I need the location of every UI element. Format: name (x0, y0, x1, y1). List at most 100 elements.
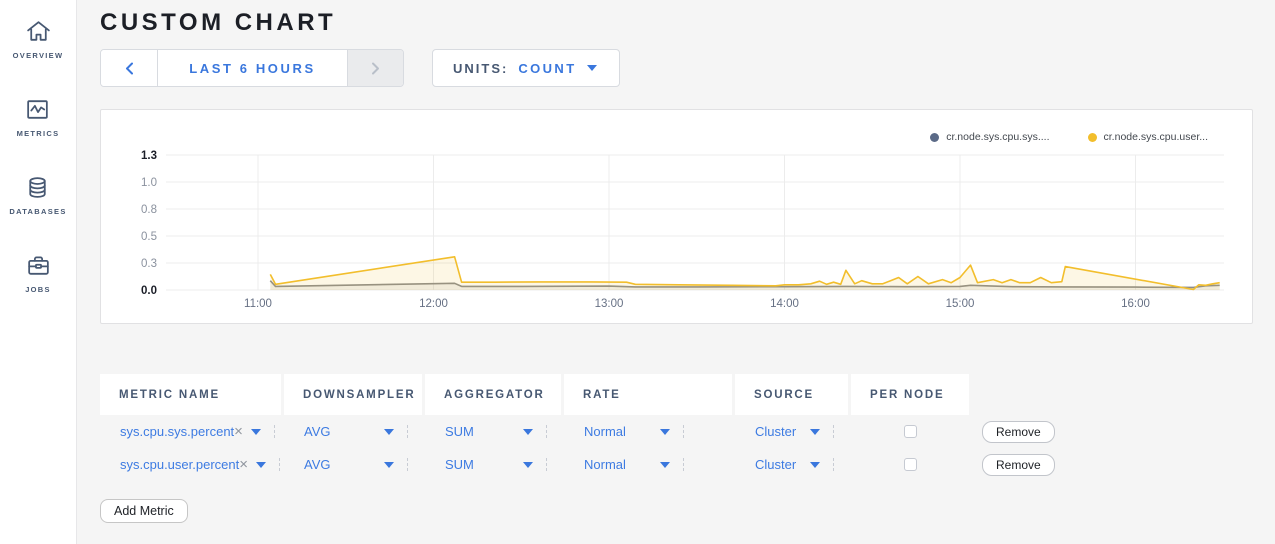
svg-text:13:00: 13:00 (595, 298, 624, 310)
sidebar-item-overview[interactable]: OVERVIEW (13, 18, 64, 60)
downsampler-select[interactable]: AVG (284, 448, 422, 481)
chevron-down-icon[interactable] (523, 462, 533, 468)
sidebar-item-label: JOBS (25, 285, 51, 294)
table-row: sys.cpu.sys.percent × AVG SUM Normal (100, 415, 1253, 448)
page-title: CUSTOM CHART (100, 9, 1253, 37)
controls-row: LAST 6 HOURS UNITS: COUNT (100, 49, 1253, 87)
time-window-dropdown[interactable]: LAST 6 HOURS (157, 50, 347, 86)
units-value: COUNT (518, 61, 576, 76)
column-header-per-node: PER NODE (851, 374, 969, 415)
table-row: sys.cpu.user.percent × AVG SUM Normal (100, 448, 1253, 481)
per-node-checkbox[interactable] (904, 425, 917, 438)
custom-chart-card: cr.node.sys.cpu.sys.... cr.node.sys.cpu.… (100, 109, 1253, 324)
jobs-icon (25, 252, 52, 279)
per-node-cell (851, 415, 969, 448)
chevron-down-icon[interactable] (660, 462, 670, 468)
legend-label: cr.node.sys.cpu.user... (1104, 131, 1208, 143)
svg-text:0.3: 0.3 (141, 258, 157, 270)
add-metric-button[interactable]: Add Metric (100, 499, 188, 523)
focus-dash-icon (546, 425, 547, 438)
column-header-downsampler: DOWNSAMPLER (284, 374, 422, 415)
focus-dash-icon (274, 425, 275, 438)
aggregator-value: SUM (445, 457, 474, 472)
chevron-right-icon (371, 62, 380, 75)
svg-text:0.8: 0.8 (141, 204, 157, 216)
metrics-icon (24, 96, 51, 123)
home-icon (25, 18, 52, 45)
rate-select[interactable]: Normal (564, 448, 732, 481)
metric-name-value[interactable]: sys.cpu.user.percent (120, 457, 239, 472)
units-label: UNITS: (453, 61, 508, 76)
chevron-down-icon[interactable] (523, 429, 533, 435)
table-header-row: METRIC NAME DOWNSAMPLER AGGREGATOR RATE … (100, 374, 1253, 415)
rate-value: Normal (584, 457, 626, 472)
chevron-down-icon[interactable] (251, 429, 261, 435)
legend-dot-icon (1088, 133, 1097, 142)
svg-text:12:00: 12:00 (419, 298, 448, 310)
svg-text:1.3: 1.3 (141, 150, 157, 162)
units-dropdown[interactable]: UNITS: COUNT (432, 49, 620, 87)
remove-button[interactable]: Remove (982, 454, 1055, 476)
downsampler-value: AVG (304, 424, 331, 439)
column-header-rate: RATE (564, 374, 732, 415)
chevron-down-icon[interactable] (810, 429, 820, 435)
legend-label: cr.node.sys.cpu.sys.... (946, 131, 1049, 143)
chevron-left-icon (125, 62, 134, 75)
metric-table: METRIC NAME DOWNSAMPLER AGGREGATOR RATE … (100, 374, 1253, 523)
rate-select[interactable]: Normal (564, 415, 732, 448)
legend-item-user[interactable]: cr.node.sys.cpu.user... (1088, 131, 1208, 143)
chevron-down-icon[interactable] (810, 462, 820, 468)
per-node-checkbox[interactable] (904, 458, 917, 471)
clear-metric-icon[interactable]: × (239, 457, 248, 472)
per-node-cell (851, 448, 969, 481)
time-window-selector: LAST 6 HOURS (100, 49, 404, 87)
svg-text:0.5: 0.5 (141, 231, 157, 243)
sidebar-item-label: METRICS (17, 129, 60, 138)
legend-item-sys[interactable]: cr.node.sys.cpu.sys.... (930, 131, 1049, 143)
aggregator-select[interactable]: SUM (425, 448, 561, 481)
chevron-down-icon[interactable] (256, 462, 266, 468)
time-window-prev-button[interactable] (101, 50, 157, 86)
metric-name-select[interactable]: sys.cpu.sys.percent × (100, 415, 281, 448)
sidebar-item-label: OVERVIEW (13, 51, 64, 60)
metric-name-value[interactable]: sys.cpu.sys.percent (120, 424, 234, 439)
focus-dash-icon (833, 425, 834, 438)
svg-text:16:00: 16:00 (1121, 298, 1150, 310)
focus-dash-icon (683, 425, 684, 438)
aggregator-select[interactable]: SUM (425, 415, 561, 448)
sidebar-item-jobs[interactable]: JOBS (25, 252, 52, 294)
svg-text:15:00: 15:00 (946, 298, 975, 310)
downsampler-value: AVG (304, 457, 331, 472)
source-select[interactable]: Cluster (735, 448, 848, 481)
chevron-down-icon (587, 65, 597, 71)
metric-name-select[interactable]: sys.cpu.user.percent × (100, 448, 281, 481)
chevron-down-icon[interactable] (384, 429, 394, 435)
sidebar: OVERVIEW METRICS DATABASES JOBS (0, 0, 77, 544)
chevron-down-icon[interactable] (384, 462, 394, 468)
sidebar-item-label: DATABASES (9, 207, 66, 216)
column-header-source: SOURCE (735, 374, 848, 415)
svg-text:1.0: 1.0 (141, 177, 157, 189)
svg-text:14:00: 14:00 (770, 298, 799, 310)
column-header-actions (972, 374, 1082, 415)
source-value: Cluster (755, 457, 796, 472)
focus-dash-icon (279, 458, 280, 471)
downsampler-select[interactable]: AVG (284, 415, 422, 448)
svg-text:0.0: 0.0 (141, 285, 157, 297)
databases-icon (24, 174, 51, 201)
actions-cell: Remove (972, 448, 1082, 481)
sidebar-item-metrics[interactable]: METRICS (17, 96, 60, 138)
sidebar-item-databases[interactable]: DATABASES (9, 174, 66, 216)
clear-metric-icon[interactable]: × (234, 424, 243, 439)
source-select[interactable]: Cluster (735, 415, 848, 448)
legend-dot-icon (930, 133, 939, 142)
chevron-down-icon[interactable] (660, 429, 670, 435)
rate-value: Normal (584, 424, 626, 439)
aggregator-value: SUM (445, 424, 474, 439)
remove-button[interactable]: Remove (982, 421, 1055, 443)
source-value: Cluster (755, 424, 796, 439)
focus-dash-icon (683, 458, 684, 471)
focus-dash-icon (407, 425, 408, 438)
time-window-next-button[interactable] (347, 50, 403, 86)
column-header-aggregator: AGGREGATOR (425, 374, 561, 415)
